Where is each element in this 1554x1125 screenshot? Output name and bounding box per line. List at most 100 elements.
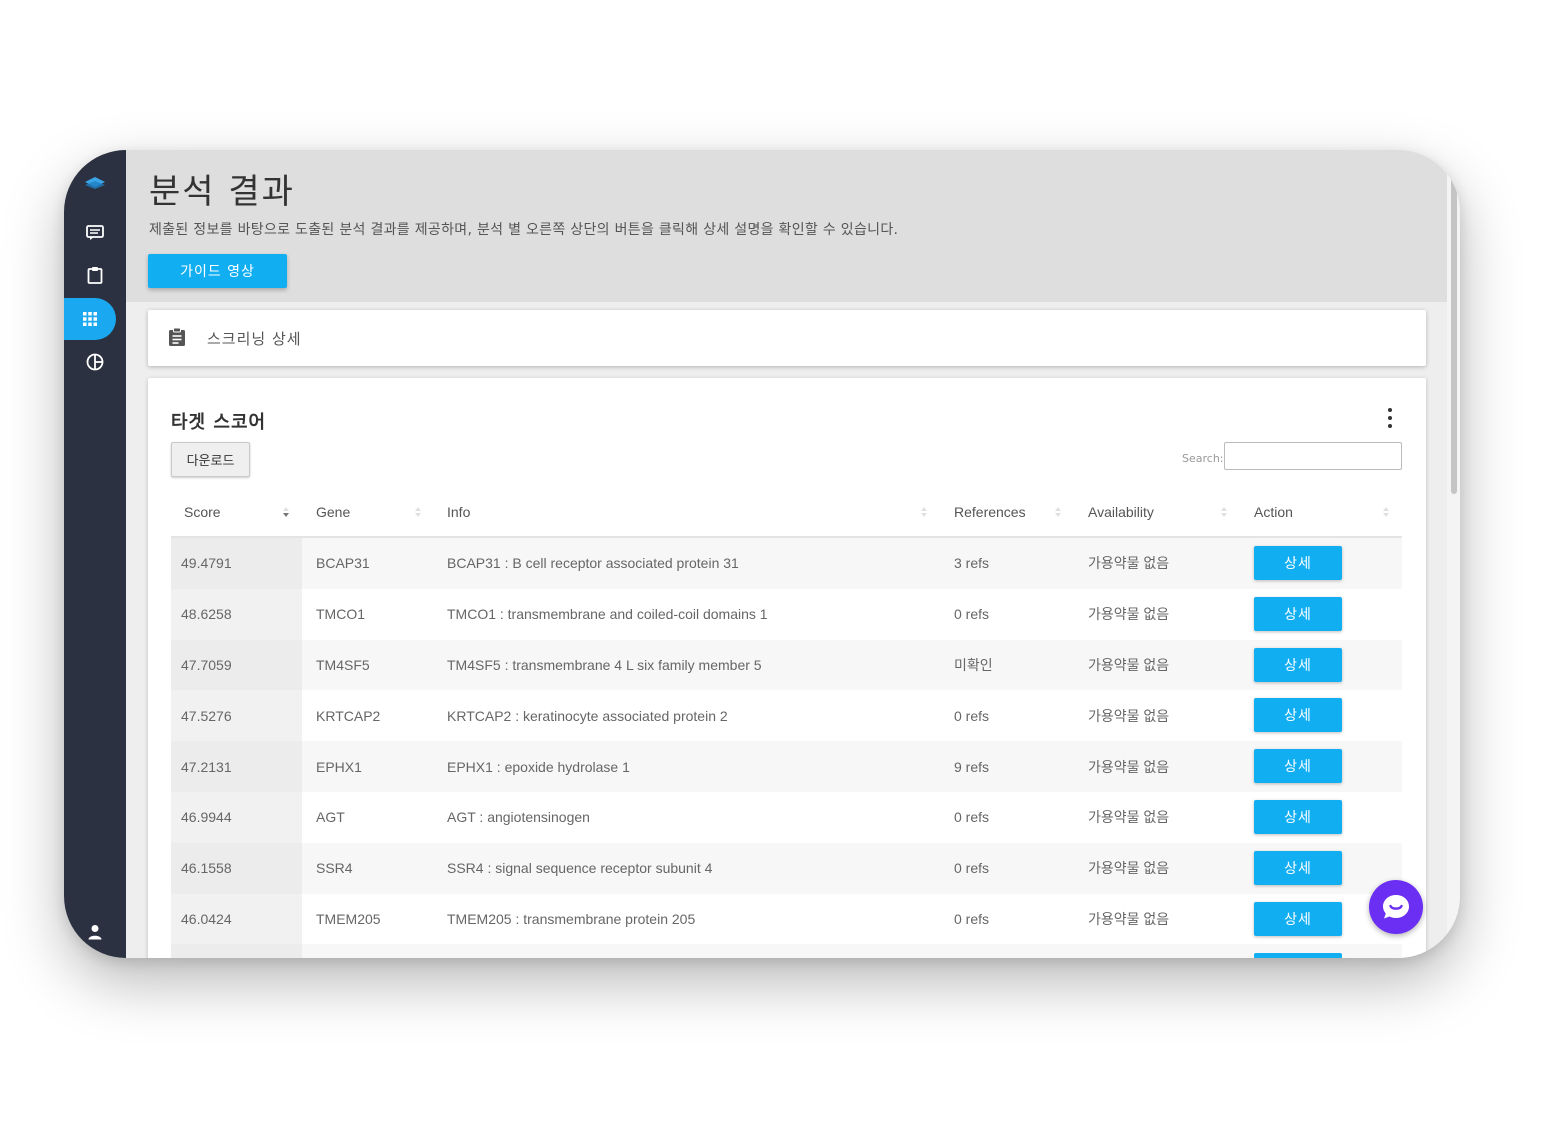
- cell-availability: 가용약물 없음: [1088, 860, 1170, 877]
- cell-gene: KRTCAP2: [316, 707, 381, 724]
- sort-icon[interactable]: [1054, 504, 1062, 520]
- target-score-card: 타겟 스코어 다운로드 Search: Score Gene Info Refe…: [148, 378, 1426, 958]
- cell-score: 48.6258: [181, 606, 232, 623]
- cell-score: 47.5276: [181, 707, 232, 724]
- detail-button[interactable]: 상세: [1254, 850, 1342, 885]
- sort-icon[interactable]: [1220, 504, 1228, 520]
- cell-references: 0 refs: [954, 860, 990, 877]
- page-description: 제출된 정보를 바탕으로 도출된 분석 결과를 제공하며, 분석 별 오른쪽 상…: [149, 222, 899, 238]
- sidebar: [64, 150, 126, 958]
- cell-availability: 가용약물 없음: [1088, 758, 1170, 775]
- cell-score: 47.7059: [181, 656, 232, 673]
- cell-info: BCAP31 : B cell receptor associated prot…: [447, 555, 739, 572]
- sidebar-item-clipboard[interactable]: [64, 254, 126, 296]
- main-content: 분석 결과 제출된 정보를 바탕으로 도출된 분석 결과를 제공하며, 분석 별…: [126, 150, 1447, 958]
- detail-button[interactable]: 상세: [1254, 647, 1342, 682]
- grid-icon: [83, 312, 97, 326]
- cell-availability: 가용약물 없음: [1088, 606, 1170, 623]
- cell-availability: 가용약물 없음: [1088, 707, 1170, 724]
- target-score-title: 타겟 스코어: [171, 412, 267, 433]
- scrollbar[interactable]: [1447, 150, 1460, 958]
- cell-info: AGT : angiotensinogen: [447, 809, 590, 826]
- table-row: 46.9944 AGT AGT : angiotensinogen 0 refs…: [171, 791, 1402, 843]
- message-icon: [86, 225, 104, 240]
- table-row: 46.1558 SSR4 SSR4 : signal sequence rece…: [171, 842, 1402, 894]
- screening-detail-label: 스크리닝 상세: [207, 330, 302, 348]
- column-header-gene[interactable]: Gene: [316, 488, 350, 536]
- table-row: 47.7059 TM4SF5 TM4SF5 : transmembrane 4 …: [171, 639, 1402, 691]
- detail-button[interactable]: 상세: [1254, 749, 1342, 784]
- cell-references: 0 refs: [954, 910, 990, 927]
- cell-references: 0 refs: [954, 606, 990, 623]
- column-header-score[interactable]: Score: [184, 488, 221, 536]
- sidebar-item-chart[interactable]: [64, 341, 126, 383]
- column-header-references[interactable]: References: [954, 488, 1026, 536]
- table-row: 49.4791 BCAP31 BCAP31 : B cell receptor …: [171, 538, 1402, 589]
- detail-button[interactable]: 상세: [1254, 901, 1342, 936]
- cell-gene: AGT: [316, 809, 345, 826]
- cell-gene: SSR4: [316, 860, 353, 877]
- search-label: Search:: [1182, 452, 1224, 465]
- table-row: 48.6258 TMCO1 TMCO1 : transmembrane and …: [171, 588, 1402, 640]
- detail-button[interactable]: 상세: [1254, 596, 1342, 631]
- column-header-action[interactable]: Action: [1254, 488, 1293, 536]
- cell-score: 46.1558: [181, 860, 232, 877]
- cell-info: TMCO1 : transmembrane and coiled-coil do…: [447, 606, 768, 623]
- user-icon: [88, 925, 102, 940]
- download-button[interactable]: 다운로드: [171, 442, 250, 477]
- cell-availability: 가용약물 없음: [1088, 555, 1170, 572]
- column-header-info[interactable]: Info: [447, 488, 470, 536]
- cell-info: TMEM205 : transmembrane protein 205: [447, 910, 696, 927]
- cell-info: KRTCAP2 : keratinocyte associated protei…: [447, 707, 728, 724]
- sidebar-item-grid[interactable]: [64, 298, 116, 340]
- table-row: 46.0424 TMEM205 TMEM205 : transmembrane …: [171, 893, 1402, 945]
- logo-icon: [85, 177, 105, 189]
- detail-button[interactable]: 상세: [1254, 546, 1342, 580]
- page-header: 분석 결과 제출된 정보를 바탕으로 도출된 분석 결과를 제공하며, 분석 별…: [126, 150, 1447, 302]
- sidebar-item-profile[interactable]: [64, 911, 126, 953]
- detail-button[interactable]: 상세: [1254, 698, 1342, 733]
- more-options-icon[interactable]: [1384, 408, 1396, 428]
- table-header: Score Gene Info References Availability …: [171, 488, 1402, 538]
- table-row: 47.5276 KRTCAP2 KRTCAP2 : keratinocyte a…: [171, 690, 1402, 742]
- device-frame: 분석 결과 제출된 정보를 바탕으로 도출된 분석 결과를 제공하며, 분석 별…: [64, 150, 1460, 958]
- table-row: 47.2131 EPHX1 EPHX1 : epoxide hydrolase …: [171, 741, 1402, 792]
- cell-score: 47.2131: [181, 758, 232, 775]
- column-header-availability[interactable]: Availability: [1088, 488, 1154, 536]
- cell-gene: TMEM205: [316, 910, 381, 927]
- sort-icon[interactable]: [414, 504, 422, 520]
- search-input[interactable]: [1224, 442, 1402, 470]
- cell-gene: TM4SF5: [316, 656, 370, 673]
- sidebar-item-messages[interactable]: [64, 212, 126, 254]
- cell-info: EPHX1 : epoxide hydrolase 1: [447, 758, 630, 775]
- sort-icon[interactable]: [920, 504, 928, 520]
- cell-score: 46.0424: [181, 910, 232, 927]
- sort-icon[interactable]: [282, 504, 290, 520]
- table-body: 49.4791 BCAP31 BCAP31 : B cell receptor …: [171, 538, 1402, 958]
- cell-availability: 가용약물 없음: [1088, 809, 1170, 826]
- detail-button-partial[interactable]: [1254, 953, 1342, 958]
- sort-icon[interactable]: [1382, 504, 1390, 520]
- cell-availability: 가용약물 없음: [1088, 910, 1170, 927]
- cell-references: 0 refs: [954, 707, 990, 724]
- cell-info: SSR4 : signal sequence receptor subunit …: [447, 860, 713, 877]
- cell-info: TM4SF5 : transmembrane 4 L six family me…: [447, 656, 762, 673]
- scrollbar-thumb[interactable]: [1451, 162, 1457, 494]
- cell-gene: EPHX1: [316, 758, 362, 775]
- table-row-partial: [171, 944, 1402, 958]
- pie-chart-icon: [86, 353, 104, 371]
- cell-references: 0 refs: [954, 809, 990, 826]
- chat-button[interactable]: [1369, 880, 1423, 934]
- cell-references: 미확인: [954, 656, 993, 673]
- cell-references: 9 refs: [954, 758, 990, 775]
- cell-availability: 가용약물 없음: [1088, 656, 1170, 673]
- clipboard-icon: [87, 267, 103, 284]
- detail-button[interactable]: 상세: [1254, 799, 1342, 834]
- sidebar-logo[interactable]: [64, 162, 126, 204]
- cell-gene: BCAP31: [316, 555, 370, 572]
- screening-detail-card[interactable]: 스크리닝 상세: [148, 310, 1426, 366]
- cell-score: 49.4791: [181, 555, 232, 572]
- chat-icon: [1383, 895, 1409, 919]
- clipboard-list-icon: [169, 327, 185, 346]
- guide-video-button[interactable]: 가이드 영상: [148, 254, 287, 288]
